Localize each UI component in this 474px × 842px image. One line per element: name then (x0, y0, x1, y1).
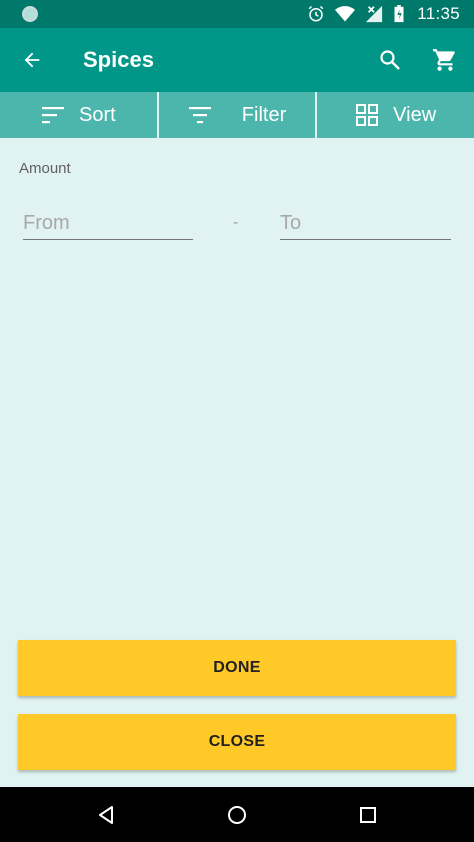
nav-recents-button[interactable] (353, 800, 383, 830)
nav-back-button[interactable] (91, 800, 121, 830)
close-button[interactable]: CLOSE (18, 714, 456, 770)
back-arrow-icon (24, 52, 40, 68)
search-button[interactable] (374, 44, 406, 76)
to-input[interactable] (280, 208, 451, 238)
status-bar: 11:35 (0, 0, 474, 28)
toolbar: Sort Filter View (0, 92, 474, 138)
filter-icon (188, 107, 211, 124)
range-separator: - (233, 214, 239, 231)
page-title: Spices (83, 47, 154, 72)
from-field[interactable] (23, 208, 193, 240)
app-bar: Spices (0, 28, 474, 92)
nav-home-icon (228, 806, 246, 824)
view-button[interactable]: View (317, 92, 474, 138)
back-button[interactable] (16, 44, 48, 76)
view-label: View (393, 103, 437, 126)
cart-button[interactable] (428, 44, 462, 76)
nav-back-icon (99, 806, 113, 824)
clock: 11:35 (417, 4, 460, 23)
nav-recents-icon (360, 807, 376, 823)
to-field[interactable] (280, 208, 451, 240)
sort-icon (41, 107, 64, 124)
sort-label: Sort (78, 103, 116, 126)
navigation-bar (0, 787, 474, 842)
search-icon (380, 50, 400, 70)
wifi-icon (335, 6, 356, 22)
amount-label: Amount (19, 160, 71, 177)
sort-button[interactable]: Sort (0, 92, 159, 138)
battery-icon (394, 5, 404, 23)
filter-button[interactable]: Filter (159, 92, 318, 138)
alarm-icon (308, 5, 324, 22)
done-button[interactable]: DONE (18, 640, 456, 696)
grid-view-icon (356, 104, 379, 126)
nav-home-button[interactable] (222, 800, 252, 830)
notification-icon (22, 6, 38, 22)
from-input[interactable] (23, 208, 193, 238)
cart-icon (433, 49, 455, 71)
signal-icon (366, 5, 383, 23)
filter-label: Filter (241, 103, 287, 126)
